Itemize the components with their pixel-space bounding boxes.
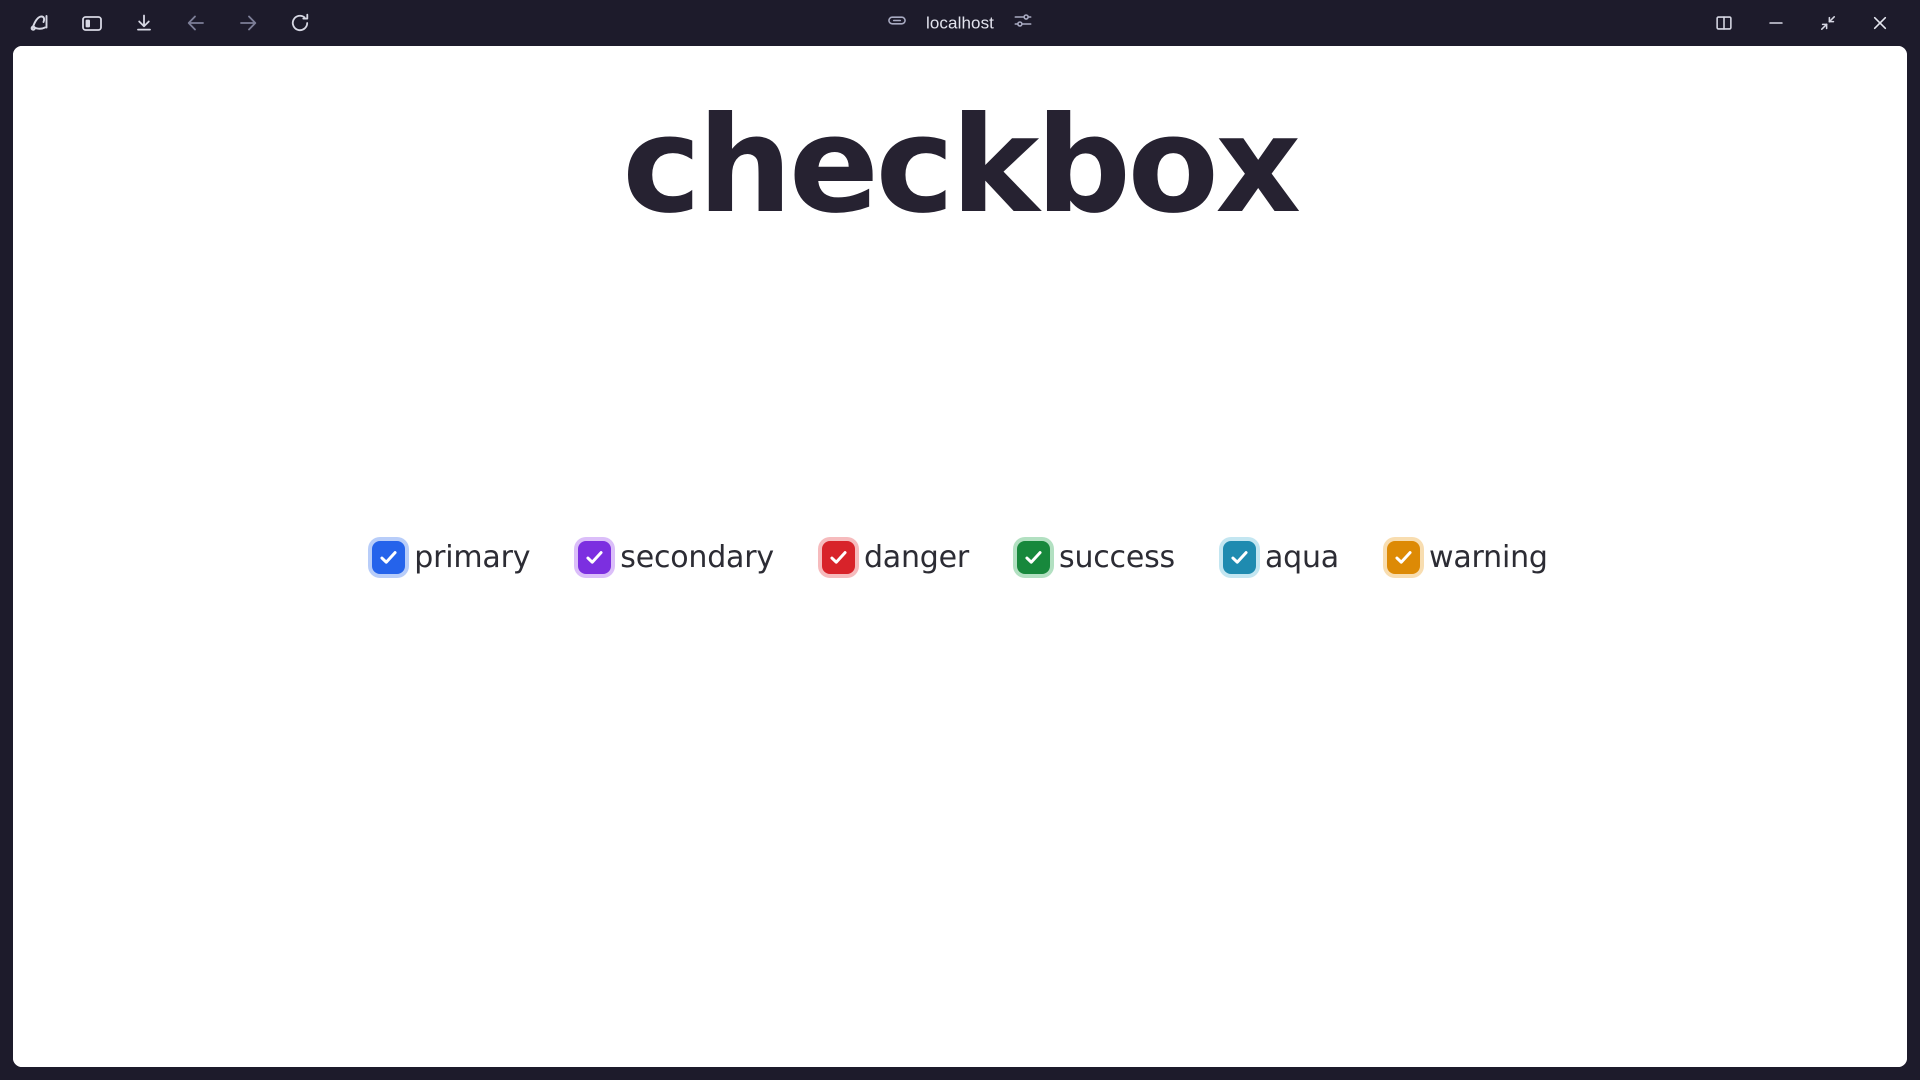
split-view-icon[interactable] (1698, 3, 1750, 43)
checkbox-item-success[interactable]: success (1013, 537, 1175, 578)
viewport-wrapper: checkbox primary secondary danger success aq… (0, 46, 1920, 1080)
url-text: localhost (926, 13, 994, 32)
checkbox-label-success: success (1059, 539, 1175, 575)
checkbox-label-aqua: aqua (1264, 539, 1339, 575)
reload-icon[interactable] (274, 3, 326, 43)
toolbar-right-group (1698, 3, 1906, 43)
address-bar[interactable]: localhost (876, 6, 1044, 41)
restore-icon[interactable] (1802, 3, 1854, 43)
toggle-sidebar-icon[interactable] (66, 3, 118, 43)
back-icon[interactable] (170, 3, 222, 43)
page-title: checkbox (622, 89, 1301, 243)
arc-logo-icon[interactable] (14, 3, 66, 43)
checkbox-input-warning[interactable] (1383, 537, 1424, 578)
checkbox-input-secondary[interactable] (574, 537, 616, 578)
checkbox-label-warning: warning (1429, 539, 1548, 575)
check-icon (830, 551, 847, 564)
close-icon[interactable] (1854, 3, 1906, 43)
browser-titlebar: localhost (0, 0, 1920, 46)
checkbox-item-danger[interactable]: danger (817, 537, 970, 578)
sliders-icon[interactable] (1012, 10, 1034, 37)
check-icon (1025, 551, 1042, 564)
checkbox-label-secondary: secondary (620, 539, 774, 575)
checkbox-item-warning[interactable]: warning (1383, 537, 1548, 578)
downloads-icon[interactable] (118, 3, 170, 43)
browser-window: localhost checkbox primary secondary dan… (0, 0, 1920, 1080)
checkbox-input-primary[interactable] (368, 537, 410, 578)
minimize-icon[interactable] (1750, 3, 1802, 43)
checkbox-item-aqua[interactable]: aqua (1218, 537, 1339, 578)
page-viewport: checkbox primary secondary danger success aq… (13, 46, 1907, 1067)
check-icon (380, 551, 397, 564)
check-icon (1395, 551, 1412, 564)
web-page: checkbox primary secondary danger success aq… (13, 46, 1907, 1067)
checkbox-item-primary[interactable]: primary (368, 537, 531, 578)
checkbox-label-danger: danger (863, 539, 970, 575)
checkbox-item-secondary[interactable]: secondary (574, 537, 774, 578)
forward-icon[interactable] (222, 3, 274, 43)
checkbox-label-primary: primary (414, 539, 531, 575)
checkbox-input-danger[interactable] (817, 537, 859, 578)
checkbox-input-aqua[interactable] (1218, 537, 1260, 578)
checkbox-group: primary secondary danger success aqua warning (13, 537, 1907, 578)
checkbox-input-success[interactable] (1013, 537, 1055, 578)
check-icon (586, 551, 603, 564)
link-icon[interactable] (886, 10, 908, 37)
toolbar-left-group (14, 3, 326, 43)
check-icon (1231, 551, 1248, 564)
